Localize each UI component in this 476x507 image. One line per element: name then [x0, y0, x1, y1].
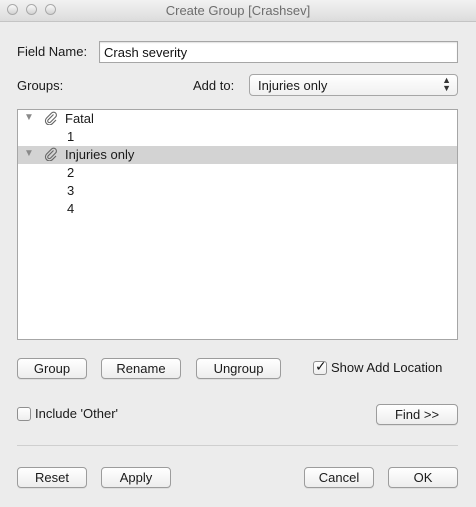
field-name-label: Field Name: — [17, 44, 88, 59]
rename-button[interactable]: Rename — [101, 358, 181, 379]
add-to-dropdown[interactable]: Injuries only ▲ ▼ — [249, 74, 458, 96]
cancel-button[interactable]: Cancel — [304, 467, 374, 488]
tree-member-label: 1 — [67, 129, 75, 144]
show-add-location-checkbox[interactable]: ✓ — [313, 358, 327, 375]
tree-member-label: 4 — [67, 201, 75, 216]
triangle-down-icon[interactable]: ▼ — [24, 112, 34, 123]
checkmark-icon: ✓ — [315, 358, 327, 374]
groups-tree[interactable]: ▼ Fatal 1 ▼ Injuries only 2 3 4 — [17, 109, 458, 340]
tree-member-row[interactable]: 1 — [18, 128, 457, 146]
add-to-selected-value: Injuries only — [258, 78, 328, 93]
tree-group-row[interactable]: ▼ Fatal — [18, 110, 457, 128]
window-title: Create Group [Crashsev] — [165, 3, 311, 18]
triangle-down-icon[interactable]: ▼ — [24, 148, 34, 159]
include-other-label[interactable]: Include 'Other' — [35, 406, 118, 421]
ok-button[interactable]: OK — [388, 467, 458, 488]
group-button[interactable]: Group — [17, 358, 87, 379]
find-button[interactable]: Find >> — [376, 404, 458, 425]
tree-group-label: Fatal — [65, 111, 94, 126]
show-add-location-label[interactable]: Show Add Location — [331, 360, 442, 375]
tree-member-row[interactable]: 2 — [18, 164, 457, 182]
reset-button[interactable]: Reset — [17, 467, 87, 488]
tree-member-row[interactable]: 4 — [18, 200, 457, 218]
tree-member-label: 3 — [67, 183, 75, 198]
paperclip-icon — [44, 147, 57, 161]
tree-group-label: Injuries only — [65, 147, 135, 162]
add-to-label: Add to: — [193, 78, 235, 93]
paperclip-icon — [44, 111, 57, 125]
include-other-checkbox[interactable] — [17, 407, 31, 421]
field-name-input[interactable] — [99, 41, 458, 63]
apply-button[interactable]: Apply — [101, 467, 171, 488]
create-group-dialog: Create Group [Crashsev] Field Name: Grou… — [0, 0, 476, 507]
tree-member-label: 2 — [67, 165, 75, 180]
title-bar: Create Group [Crashsev] — [0, 0, 476, 22]
groups-label: Groups: — [17, 78, 64, 93]
tree-group-row-selected[interactable]: ▼ Injuries only — [18, 146, 457, 164]
divider — [17, 445, 458, 446]
tree-member-row[interactable]: 3 — [18, 182, 457, 200]
ungroup-button[interactable]: Ungroup — [196, 358, 281, 379]
updown-arrows-icon: ▲ ▼ — [442, 75, 451, 93]
